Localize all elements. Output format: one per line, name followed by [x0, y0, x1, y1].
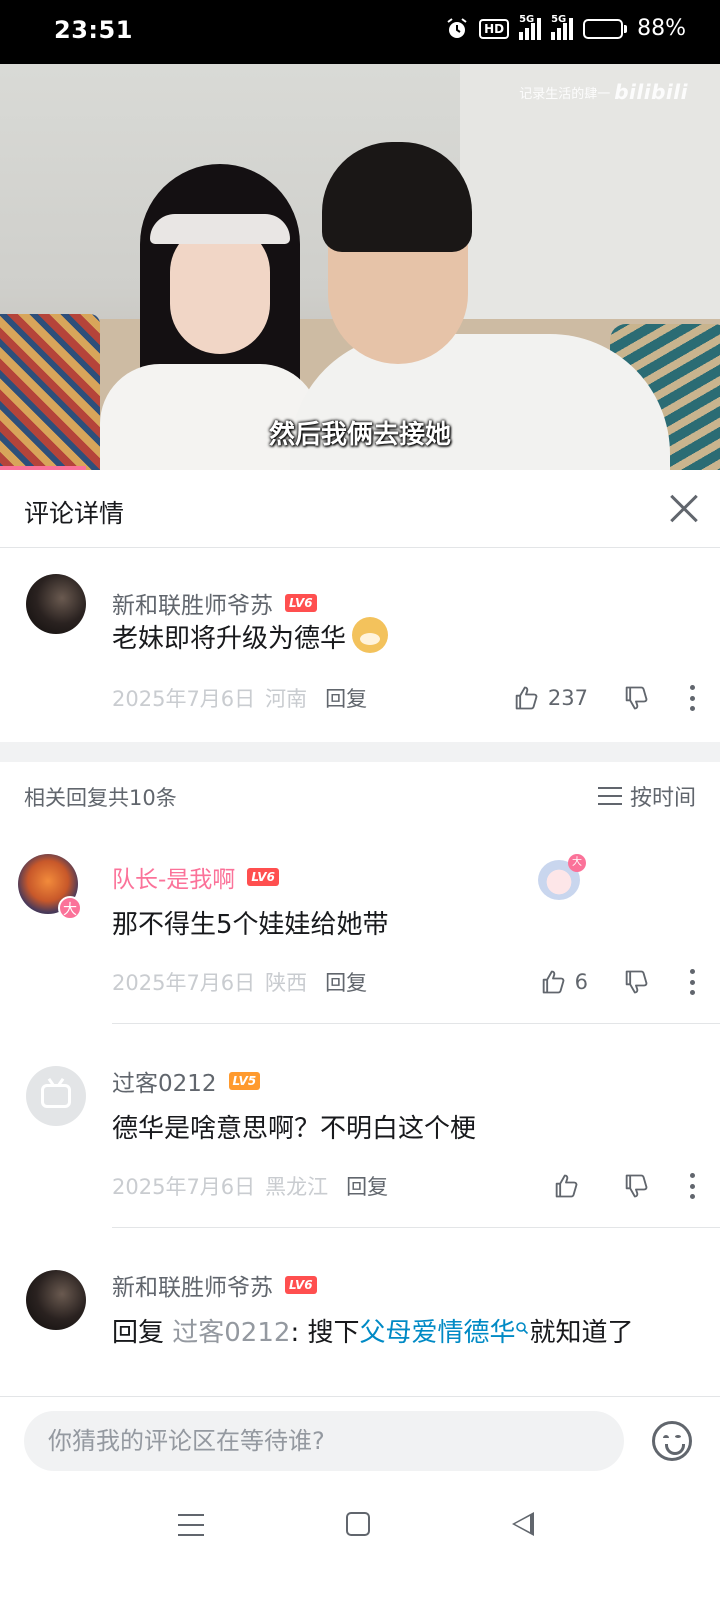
like-count: 6 — [574, 970, 588, 994]
hd-icon: HD — [479, 18, 510, 39]
like-count: 237 — [547, 686, 588, 710]
reply-prefix: 回复 — [112, 1318, 173, 1348]
reply-item: 新和联胜师爷苏 LV6 回复 过客0212: 搜下父母爱情德华 就知道了 — [0, 1238, 720, 1398]
video-player[interactable]: 记录生活的肆一 bilibili 然后我俩去接她 — [0, 64, 720, 470]
like-button[interactable]: 6 — [539, 968, 588, 996]
panel-title: 评论详情 — [24, 499, 125, 528]
avatar[interactable] — [26, 1066, 86, 1126]
avatar[interactable] — [26, 1270, 86, 1330]
username-text[interactable]: 新和联胜师爷苏 — [112, 1268, 273, 1302]
reply-username[interactable]: 队长-是我啊 LV6 — [112, 860, 279, 894]
vip-badge: 大 — [58, 896, 82, 920]
reply-text: 回复 过客0212: 搜下父母爱情德华 就知道了 — [112, 1310, 690, 1356]
reply-button[interactable]: 回复 — [346, 1171, 388, 1201]
reply-to-user[interactable]: 过客0212 — [172, 1318, 290, 1348]
level-badge: LV5 — [228, 1072, 261, 1090]
level-badge: LV6 — [285, 1276, 317, 1294]
username-text[interactable]: 队长-是我啊 — [112, 860, 235, 894]
thumb-down-icon — [625, 970, 648, 994]
recent-apps-icon[interactable] — [178, 1514, 204, 1536]
dislike-button[interactable] — [622, 684, 650, 712]
level-badge: LV6 — [247, 868, 279, 886]
like-button[interactable]: 237 — [512, 684, 588, 712]
sort-label[interactable]: 按时间 — [630, 780, 696, 812]
like-button[interactable] — [552, 1172, 588, 1200]
username-text[interactable]: 过客0212 — [112, 1064, 217, 1098]
reply-button[interactable]: 回复 — [325, 967, 367, 997]
pendant-badge: 大 — [568, 854, 586, 872]
status-bar: 23:51 HD 5G 5G 88% — [0, 0, 720, 64]
status-time: 23:51 — [54, 16, 133, 44]
comment-input-bar: 你猜我的评论区在等待谁? — [0, 1396, 720, 1490]
thumb-up-icon — [555, 1174, 578, 1198]
signal-label: 5G — [519, 13, 535, 25]
reply-username[interactable]: 过客0212 LV5 — [112, 1064, 261, 1098]
reply-button[interactable]: 回复 — [325, 683, 367, 713]
video-subtitle: 然后我俩去接她 — [268, 420, 451, 450]
sort-button[interactable]: 按时间 — [597, 780, 696, 812]
video-watermark: 记录生活的肆一 bilibili — [519, 80, 688, 104]
reply-username[interactable]: 新和联胜师爷苏 LV6 — [112, 1268, 317, 1302]
signal-label-2: 5G — [551, 13, 567, 25]
back-icon[interactable] — [512, 1512, 534, 1536]
comment-meta: 2025年7月6日 河南 回复 237 — [112, 680, 696, 716]
reply-date: 2025年7月6日 — [112, 1175, 256, 1199]
watermark-text: 记录生活的肆一 — [519, 86, 611, 102]
level-badge: LV6 — [285, 594, 317, 612]
bilibili-logo: bilibili — [614, 80, 688, 104]
dislike-button[interactable] — [622, 1172, 650, 1200]
reply-separator — [112, 1227, 720, 1228]
alarm-icon — [445, 17, 469, 41]
reply-meta: 2025年7月6日 黑龙江 回复 — [112, 1168, 696, 1204]
close-icon[interactable] — [662, 486, 706, 530]
comment-username[interactable]: 新和联胜师爷苏 LV6 — [112, 586, 317, 620]
more-options-icon[interactable] — [690, 685, 696, 711]
avatar-pendant-icon: 大 — [530, 854, 586, 904]
comment-body: 老妹即将升级为德华 — [112, 624, 347, 654]
avatar[interactable] — [26, 574, 86, 634]
battery-percent: 88% — [637, 16, 686, 41]
reply-count: 相关回复共10条 — [24, 786, 177, 810]
reply-item: 大 队长-是我啊 LV6 大 那不得生5个娃娃给她带 2025年7月6日 陕西 … — [0, 830, 720, 1034]
thumb-up-icon — [515, 686, 538, 710]
search-icon[interactable] — [515, 1321, 529, 1335]
thumb-down-icon — [625, 686, 648, 710]
thumb-down-icon — [625, 1174, 648, 1198]
reply-mid: : 搜下 — [290, 1318, 360, 1348]
list-icon — [597, 787, 622, 805]
reply-item: 过客0212 LV5 德华是啥意思啊？不明白这个梗 2025年7月6日 黑龙江 … — [0, 1034, 720, 1238]
doge-emoji-icon — [352, 617, 389, 653]
home-icon[interactable] — [346, 1512, 370, 1536]
replies-header: 相关回复共10条 按时间 — [0, 762, 720, 830]
comment-input[interactable]: 你猜我的评论区在等待谁? — [24, 1411, 624, 1471]
reply-location: 陕西 — [265, 971, 308, 995]
reply-date: 2025年7月6日 — [112, 971, 256, 995]
signal-icon: 5G — [519, 14, 542, 40]
panel-header: 评论详情 — [0, 470, 720, 548]
battery-icon — [583, 18, 628, 39]
username-text[interactable]: 新和联胜师爷苏 — [112, 586, 273, 620]
comment-date: 2025年7月6日 — [112, 687, 256, 711]
reply-separator — [112, 1023, 720, 1024]
reply-text: 那不得生5个娃娃给她带 — [112, 910, 389, 940]
thumb-up-icon — [542, 970, 564, 994]
comment-text: 老妹即将升级为德华 — [112, 616, 690, 662]
dislike-button[interactable] — [622, 968, 650, 996]
bilibili-tv-icon — [41, 1084, 71, 1108]
section-divider — [0, 742, 720, 762]
search-link[interactable]: 父母爱情德华 — [359, 1318, 515, 1348]
reply-suffix: 就知道了 — [529, 1318, 634, 1348]
more-options-icon[interactable] — [690, 969, 696, 995]
system-nav-bar — [0, 1490, 720, 1612]
signal-icon-2: 5G — [551, 14, 574, 40]
emoji-icon[interactable] — [652, 1421, 692, 1461]
more-options-icon[interactable] — [690, 1173, 696, 1199]
reply-location: 黑龙江 — [265, 1175, 329, 1199]
reply-meta: 2025年7月6日 陕西 回复 6 — [112, 964, 696, 1000]
main-comment: 新和联胜师爷苏 LV6 老妹即将升级为德华 2025年7月6日 河南 回复 23… — [0, 548, 720, 742]
comment-location: 河南 — [265, 687, 308, 711]
reply-text: 德华是啥意思啊？不明白这个梗 — [112, 1114, 477, 1144]
status-icons: HD 5G 5G 88% — [445, 14, 686, 41]
